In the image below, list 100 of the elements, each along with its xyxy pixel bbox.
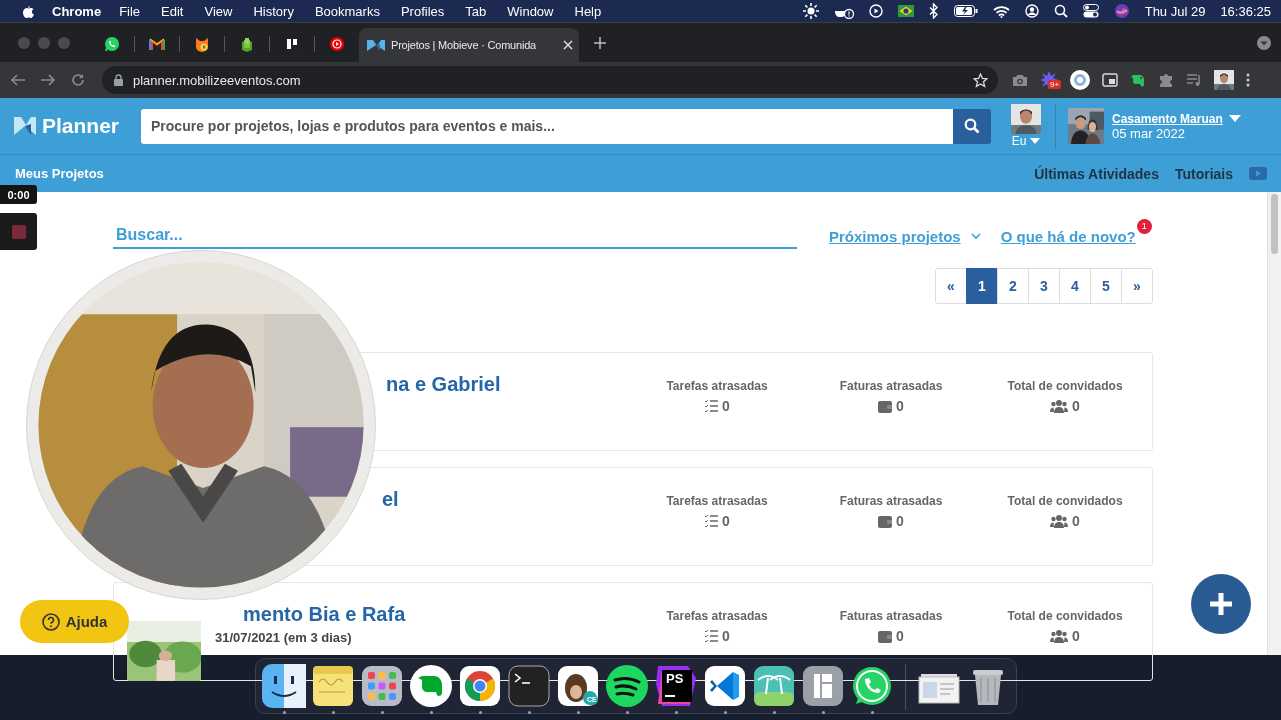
- pagination-prev[interactable]: «: [935, 268, 967, 304]
- stat-label: Tarefas atrasadas: [666, 494, 768, 508]
- sound-waves-app-icon[interactable]: [605, 664, 649, 708]
- ring-icon[interactable]: [1070, 70, 1090, 90]
- forward-icon[interactable]: [40, 72, 56, 88]
- page-button[interactable]: 1: [966, 268, 998, 304]
- wallet-icon: [878, 629, 893, 643]
- checklist-icon: [704, 514, 719, 528]
- logo-icon[interactable]: [14, 117, 36, 135]
- page-button[interactable]: 2: [997, 268, 1029, 304]
- nav-link[interactable]: Tutoriais: [1174, 165, 1233, 182]
- menu-item[interactable]: Help: [574, 3, 602, 19]
- star-icon[interactable]: [973, 72, 988, 88]
- browser-tab[interactable]: Projetos | Mobieve · Comunida: [359, 28, 579, 62]
- search-icon: [964, 118, 981, 134]
- palm-trees-app-icon[interactable]: [752, 664, 796, 708]
- bars-app-icon[interactable]: [801, 664, 845, 708]
- smiley-face-app-icon[interactable]: [262, 664, 306, 708]
- columns-icon[interactable]: [284, 36, 300, 52]
- toggle-icon[interactable]: [1082, 4, 1099, 18]
- help-button[interactable]: Ajuda: [20, 600, 129, 643]
- notification-badge: 9+: [1048, 80, 1062, 89]
- menu-item[interactable]: View: [204, 3, 233, 19]
- more-icon[interactable]: [1246, 73, 1250, 87]
- user-label: Eu: [1011, 134, 1027, 148]
- terminal-app-icon[interactable]: [507, 664, 551, 708]
- app-menu[interactable]: Chrome: [52, 3, 102, 19]
- chat-bubble-icon[interactable]: [104, 36, 120, 52]
- close-icon[interactable]: [563, 40, 573, 50]
- menu-item[interactable]: Bookmarks: [314, 3, 380, 19]
- flag-icon[interactable]: [897, 5, 914, 17]
- menu-item[interactable]: History: [253, 3, 294, 19]
- pagination-next[interactable]: »: [1121, 268, 1153, 304]
- camera-icon[interactable]: [1012, 73, 1028, 87]
- users-icon: [1050, 514, 1069, 528]
- nav-link[interactable]: Últimas Atividades: [1034, 165, 1159, 182]
- notification-badge: 1: [1136, 218, 1152, 234]
- stacked-pages-icon[interactable]: [239, 36, 255, 52]
- search-field[interactable]: Procure por projetos, lojas e produtos para eventos e mais...: [141, 108, 954, 144]
- sun-icon[interactable]: [802, 3, 819, 19]
- app-grid-icon[interactable]: [360, 664, 404, 708]
- users-icon: [1050, 629, 1069, 643]
- puzzle-icon[interactable]: [1158, 72, 1174, 88]
- menu-item[interactable]: Profiles: [400, 3, 445, 19]
- play-icon[interactable]: [868, 4, 883, 18]
- page-button[interactable]: 5: [1090, 268, 1122, 304]
- fox-icon[interactable]: [194, 36, 210, 52]
- stat-label: Faturas atrasadas: [839, 494, 943, 508]
- stat-value: 0: [896, 628, 904, 644]
- menu-item[interactable]: Edit: [161, 3, 184, 19]
- clock-text: 16:36:25: [1220, 3, 1271, 19]
- chevron-down-icon[interactable]: [970, 233, 981, 239]
- reload-icon[interactable]: [70, 72, 86, 88]
- browser-app-icon[interactable]: [458, 664, 502, 708]
- scrollbar[interactable]: [1267, 192, 1281, 655]
- project-title[interactable]: el: [382, 488, 399, 511]
- bluetooth-icon[interactable]: [928, 3, 939, 19]
- wifi-icon[interactable]: [992, 4, 1010, 18]
- lock-icon: [114, 74, 123, 86]
- menu-item[interactable]: File: [119, 3, 141, 19]
- project-title[interactable]: mento Bia e Rafa: [243, 603, 406, 626]
- project-date: 31/07/2021 (em 3 dias): [215, 630, 353, 645]
- angle-brackets-app-icon[interactable]: [703, 664, 747, 708]
- play-circle-icon[interactable]: [329, 36, 345, 52]
- stat-value: 0: [1072, 513, 1080, 529]
- notepad-app-icon[interactable]: [311, 664, 355, 708]
- search-button[interactable]: [953, 108, 992, 144]
- phone-bubble-app-icon[interactable]: [850, 664, 894, 708]
- stat-value: 0: [722, 398, 730, 414]
- question-icon: [41, 612, 60, 631]
- orb-icon[interactable]: [1113, 3, 1130, 19]
- window-icon[interactable]: [1102, 73, 1118, 87]
- stat-value: 0: [1072, 398, 1080, 414]
- playlist-icon[interactable]: [1186, 73, 1202, 87]
- menu-item[interactable]: Tab: [465, 3, 487, 19]
- page-button[interactable]: 3: [1028, 268, 1060, 304]
- apple-icon[interactable]: [20, 3, 34, 19]
- stat-label: Total de convidados: [1007, 379, 1123, 393]
- caret-icon: [1030, 138, 1041, 144]
- project-title[interactable]: na e Gabriel: [386, 373, 501, 396]
- battery-icon[interactable]: [953, 5, 978, 17]
- checklist-icon: [704, 399, 719, 413]
- plus-icon: [1208, 591, 1234, 617]
- envelope-icon[interactable]: [149, 36, 165, 52]
- caret-icon[interactable]: [1228, 115, 1241, 122]
- search-icon[interactable]: [1053, 4, 1068, 18]
- beaver-app-icon[interactable]: [556, 664, 600, 708]
- wallet-icon: [878, 514, 893, 528]
- stat-label: Total de convidados: [1007, 494, 1123, 508]
- back-icon[interactable]: [10, 72, 26, 88]
- dropdown-icon[interactable]: [1257, 35, 1271, 50]
- user-circle-icon[interactable]: [1024, 4, 1039, 18]
- project-date: 05 mar 2022: [1112, 125, 1187, 141]
- wallet-icon: [878, 399, 893, 413]
- new-tab-icon[interactable]: [593, 35, 607, 50]
- page-button[interactable]: 4: [1059, 268, 1091, 304]
- address-bar[interactable]: planner.mobilizeeventos.com: [102, 66, 998, 94]
- ide-app-icon[interactable]: [654, 664, 698, 708]
- menu-item[interactable]: Window: [507, 3, 554, 19]
- stat-label: Faturas atrasadas: [839, 379, 943, 393]
